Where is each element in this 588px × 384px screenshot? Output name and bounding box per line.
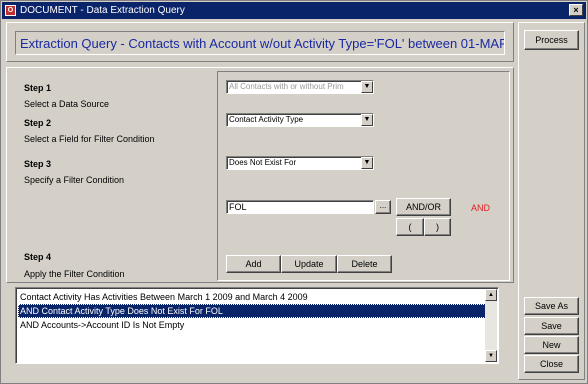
title-bar: O DOCUMENT - Data Extraction Query × — [2, 2, 586, 19]
delete-condition-button[interactable]: Delete — [337, 255, 392, 273]
data-source-select[interactable]: All Contacts with or without Prim ▼ — [226, 80, 374, 94]
steps-labels: Step 1 Select a Data Source Step 2 Selec… — [10, 71, 215, 281]
filter-field-value: Contact Activity Type — [229, 115, 304, 124]
conditions-list[interactable]: Contact Activity Has Activities Between … — [15, 287, 499, 364]
filter-condition-select[interactable]: Does Not Exist For ▼ — [226, 156, 374, 170]
update-condition-button[interactable]: Update — [281, 255, 337, 273]
condition-item-selected[interactable]: AND Contact Activity Type Does Not Exist… — [18, 304, 486, 318]
step-4-label: Step 4 — [24, 252, 52, 262]
process-button[interactable]: Process — [524, 30, 579, 50]
filter-field-select[interactable]: Contact Activity Type ▼ — [226, 113, 374, 127]
conditions-scrollbar[interactable]: ▲ ▼ — [485, 289, 497, 362]
window-title: DOCUMENT - Data Extraction Query — [20, 5, 185, 16]
step-3-desc: Specify a Filter Condition — [24, 175, 125, 185]
dropdown-arrow-icon: ▼ — [361, 81, 373, 93]
dropdown-arrow-icon: ▼ — [361, 157, 373, 169]
and-or-button[interactable]: AND/OR — [396, 198, 451, 216]
step-2-desc: Select a Field for Filter Condition — [24, 134, 155, 144]
window-close-button[interactable]: × — [569, 4, 583, 16]
filter-condition-value: Does Not Exist For — [229, 158, 297, 167]
step-1-desc: Select a Data Source — [24, 99, 110, 109]
data-source-value: All Contacts with or without Prim — [229, 82, 344, 91]
scroll-up-arrow-icon[interactable]: ▲ — [485, 289, 497, 301]
scroll-down-arrow-icon[interactable]: ▼ — [485, 350, 497, 362]
filter-value-lookup-button[interactable]: ... — [375, 200, 391, 214]
header-panel: Extraction Query - Contacts with Account… — [6, 22, 514, 62]
data-extraction-query-window: O DOCUMENT - Data Extraction Query × Ext… — [0, 0, 588, 384]
dropdown-arrow-icon: ▼ — [361, 114, 373, 126]
filter-value-input[interactable]: FOL — [226, 200, 374, 214]
condition-item[interactable]: Contact Activity Has Activities Between … — [18, 290, 486, 304]
step-4-desc: Apply the Filter Condition — [24, 269, 125, 279]
query-title-box: Extraction Query - Contacts with Account… — [15, 31, 505, 55]
condition-item[interactable]: AND Accounts->Account ID Is Not Empty — [18, 318, 486, 332]
close-paren-button[interactable]: ) — [424, 218, 451, 236]
close-button[interactable]: Close — [524, 355, 579, 373]
steps-controls: All Contacts with or without Prim ▼ Cont… — [217, 71, 510, 281]
step-2-label: Step 2 — [24, 118, 52, 128]
logic-operator-indicator: AND — [471, 203, 491, 213]
save-as-button[interactable]: Save As — [524, 297, 579, 315]
query-title: Extraction Query - Contacts with Account… — [20, 36, 504, 51]
open-paren-button[interactable]: ( — [396, 218, 424, 236]
step-3-label: Step 3 — [24, 159, 52, 169]
filter-value-text: FOL — [229, 202, 247, 212]
add-condition-button[interactable]: Add — [226, 255, 281, 273]
save-button[interactable]: Save — [524, 317, 579, 335]
step-1-label: Step 1 — [24, 83, 52, 93]
new-button[interactable]: New — [524, 336, 579, 354]
steps-panel: Step 1 Select a Data Source Step 2 Selec… — [6, 67, 514, 283]
action-panel: Process Save As Save New Close — [518, 22, 585, 380]
app-icon: O — [5, 5, 16, 16]
